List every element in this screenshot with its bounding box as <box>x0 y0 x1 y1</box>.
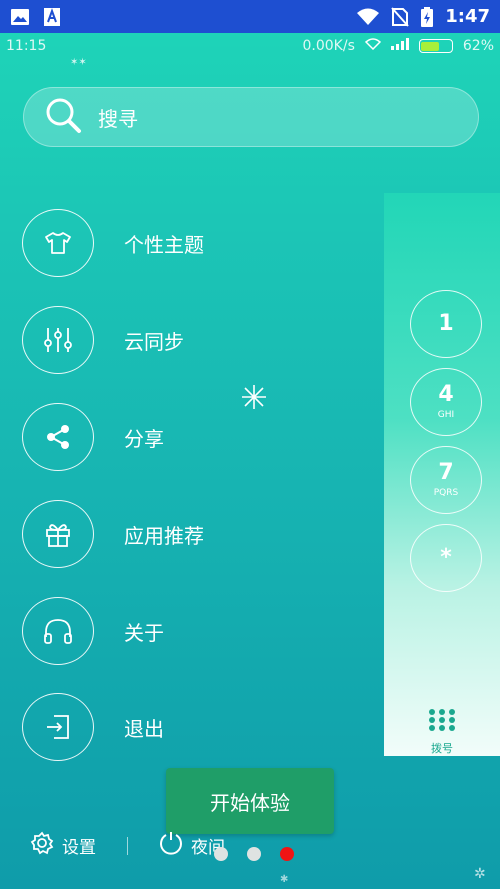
page-indicator <box>214 847 294 861</box>
signal-icon <box>390 38 409 54</box>
headphones-icon <box>22 597 94 665</box>
menu-item-label: 应用推荐 <box>124 523 204 548</box>
app-notification-icon <box>44 7 60 26</box>
network-speed: 0.00K/s <box>302 38 355 54</box>
menu-item-label: 个性主题 <box>124 232 204 257</box>
menu-item-label: 退出 <box>124 716 164 741</box>
dial-key-letters: GHI <box>437 410 455 420</box>
gear-icon <box>30 831 54 859</box>
menu-item-label: 云同步 <box>124 329 184 354</box>
tshirt-icon <box>22 209 94 277</box>
settings-button[interactable]: 设置 <box>30 831 96 859</box>
wifi-icon <box>357 8 380 26</box>
battery-icon <box>418 39 453 53</box>
inner-clock: 11:15 <box>6 38 47 54</box>
dial-key-1[interactable]: 1 <box>410 290 482 358</box>
dialer-preview-panel: 1 4 GHI 7 PQRS * 拨号 <box>384 193 500 756</box>
menu-item-cloud-sync[interactable]: 云同步 <box>22 305 184 375</box>
share-icon <box>22 403 94 471</box>
dial-key-number: * <box>440 545 452 570</box>
dial-tab-label: 拨号 <box>431 742 453 755</box>
menu-item-about[interactable]: 关于 <box>22 596 164 666</box>
menu-item-share[interactable]: 分享 <box>22 402 164 472</box>
snowflake-icon <box>241 384 267 414</box>
search-bar[interactable]: 搜寻 <box>23 87 479 147</box>
inner-status-bar: 11:15 0.00K/s 62% <box>0 33 500 59</box>
decor-mark: ✱ <box>280 874 289 885</box>
dial-key-number: 7 <box>438 460 454 485</box>
page-dot[interactable] <box>214 847 228 861</box>
gift-icon <box>22 500 94 568</box>
wifi-icon <box>364 38 381 54</box>
dial-key-number: 1 <box>438 311 454 336</box>
page-dot[interactable] <box>247 847 261 861</box>
power-icon <box>159 831 183 859</box>
settings-label: 设置 <box>62 837 96 858</box>
decor-mark: ✲ <box>474 866 486 882</box>
page-dot-active[interactable] <box>280 847 294 861</box>
system-clock: 1:47 <box>445 6 490 27</box>
no-sim-icon <box>391 6 409 27</box>
bottom-divider <box>127 837 128 855</box>
system-status-bar: 1:47 <box>0 0 500 33</box>
start-experience-button[interactable]: 开始体验 <box>166 768 334 834</box>
search-label: 搜寻 <box>98 106 138 131</box>
search-icon <box>44 96 82 138</box>
menu-item-label: 关于 <box>124 620 164 645</box>
menu-item-label: 分享 <box>124 426 164 451</box>
sliders-icon <box>22 306 94 374</box>
dial-tab[interactable]: 拨号 <box>384 708 500 756</box>
menu-item-theme[interactable]: 个性主题 <box>22 208 204 278</box>
decor-mark: ✶✶ <box>70 57 87 68</box>
exit-icon <box>22 693 94 761</box>
gallery-icon <box>10 8 30 26</box>
dial-key-number: 4 <box>438 382 454 407</box>
battery-percent: 62% <box>462 38 494 54</box>
dialpad-icon <box>428 708 456 736</box>
menu-item-app-recommend[interactable]: 应用推荐 <box>22 499 204 569</box>
dial-key-4[interactable]: 4 GHI <box>410 368 482 436</box>
dial-key-star[interactable]: * <box>410 524 482 592</box>
battery-charging-icon <box>421 6 434 27</box>
dial-key-7[interactable]: 7 PQRS <box>410 446 482 514</box>
dial-key-letters: PQRS <box>433 488 459 498</box>
menu-item-exit[interactable]: 退出 <box>22 692 164 762</box>
